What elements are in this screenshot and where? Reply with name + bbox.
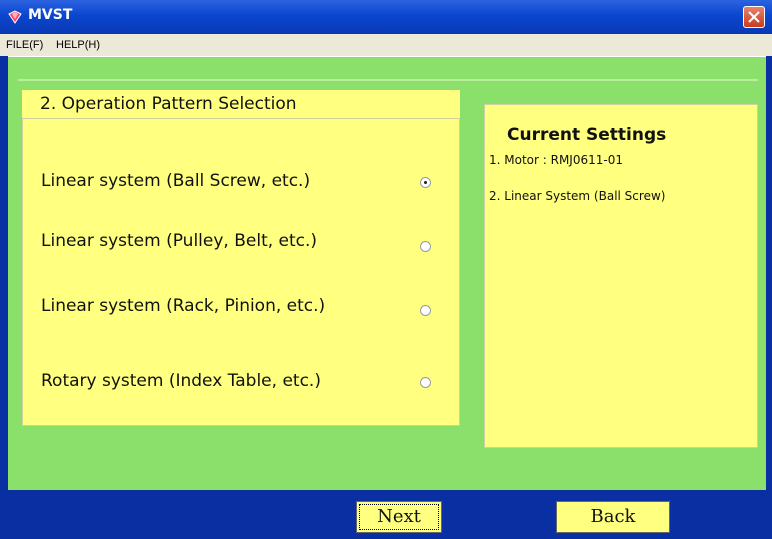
current-settings-panel: Current Settings 1. Motor : RMJ0611-01 2… (484, 104, 758, 448)
next-button[interactable]: Next (356, 501, 442, 533)
options-panel: Linear system (Ball Screw, etc.) Linear … (22, 118, 460, 426)
radio-ball-screw[interactable] (420, 177, 431, 188)
option-label-ball-screw[interactable]: Linear system (Ball Screw, etc.) (41, 171, 310, 191)
menu-bar: FILE(F) HELP(H) (0, 34, 772, 56)
settings-title: Current Settings (507, 125, 667, 145)
option-label-rotary[interactable]: Rotary system (Index Table, etc.) (41, 371, 321, 391)
radio-rotary[interactable] (420, 377, 431, 388)
radio-rack-pinion[interactable] (420, 305, 431, 316)
back-button[interactable]: Back (556, 501, 670, 533)
setting-linear-system: 2. Linear System (Ball Screw) (489, 189, 666, 203)
close-icon (748, 11, 760, 23)
close-button[interactable] (743, 6, 765, 28)
radio-selected-dot (424, 181, 427, 184)
setting-motor: 1. Motor : RMJ0611-01 (489, 153, 623, 167)
option-label-pulley-belt[interactable]: Linear system (Pulley, Belt, etc.) (41, 231, 317, 251)
section-heading: 2. Operation Pattern Selection (22, 90, 460, 118)
menu-help[interactable]: HELP(H) (56, 39, 100, 51)
app-logo-icon (8, 10, 22, 24)
option-label-rack-pinion[interactable]: Linear system (Rack, Pinion, etc.) (41, 296, 325, 316)
menu-file[interactable]: FILE(F) (6, 39, 43, 51)
radio-pulley-belt[interactable] (420, 241, 431, 252)
divider (18, 79, 758, 81)
title-bar: MVST (0, 0, 772, 34)
window-title: MVST (28, 7, 73, 23)
